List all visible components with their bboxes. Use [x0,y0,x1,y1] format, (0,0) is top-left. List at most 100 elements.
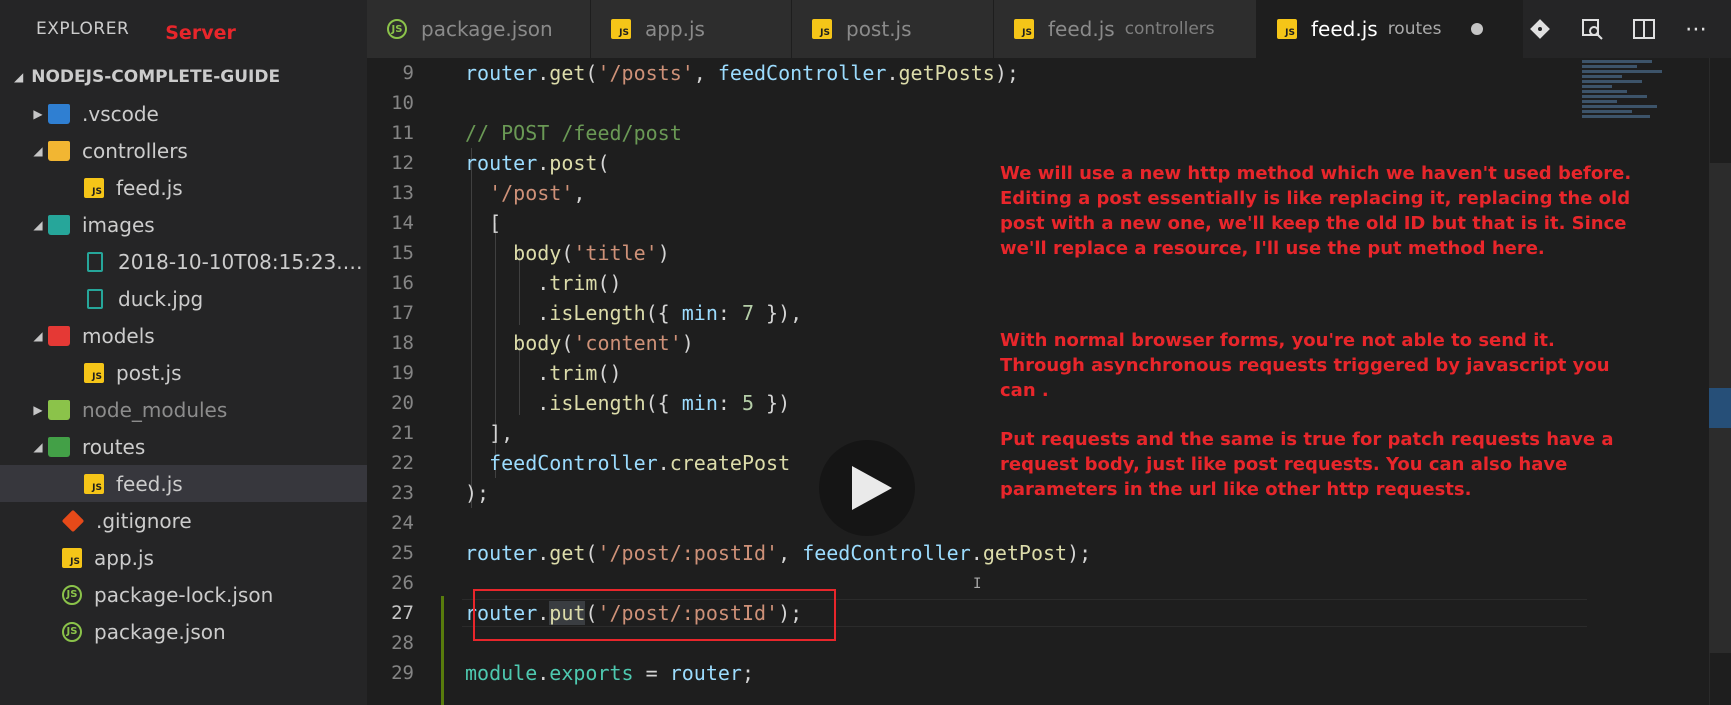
open-preview-icon[interactable] [1579,16,1605,42]
tree-item-images[interactable]: ◢ images [0,206,367,243]
explorer-sidebar: EXPLORER Server ◢ NODEJS-COMPLETE-GUIDE … [0,0,367,705]
tab-label: post.js [846,17,912,41]
split-editor-icon[interactable] [1631,16,1657,42]
tree-item-label: feed.js [116,471,183,496]
chevron-down-icon: ◢ [33,217,43,232]
tree-item-label: routes [82,434,146,459]
play-button[interactable] [819,440,915,536]
json-file-icon: JS [62,584,82,605]
code-editor[interactable]: 9 router.get('/posts', feedController.get… [367,58,1731,705]
git-compare-icon[interactable] [1527,16,1553,42]
unsaved-dot-icon[interactable] [1471,23,1484,35]
js-file-icon: JS [812,19,832,39]
tab-post-js[interactable]: JS post.js [792,0,994,58]
code-line: 17 .isLength({ min: 7 }), [367,298,1587,328]
js-file-icon: JS [611,19,631,39]
tree-item-controllers-feed[interactable]: JS feed.js [0,169,367,206]
code-line: 11// POST /feed/post [367,118,1587,148]
minimap[interactable] [1582,58,1682,138]
tree-item-models-post[interactable]: JS post.js [0,354,367,391]
line-number: 9 [402,62,414,84]
tree-item-controllers[interactable]: ◢ controllers [0,132,367,169]
tree-item-label: feed.js [116,175,183,200]
chevron-down-icon: ◢ [33,328,43,343]
line-number: 27 [391,602,414,624]
tree-item-label: controllers [82,138,188,163]
tree-item-label: post.js [116,360,182,385]
chevron-down-icon: ◢ [14,69,24,84]
code-line: 16 .trim() [367,268,1587,298]
line-number: 14 [391,212,414,234]
code-line: 10 [367,88,1587,118]
code-line: 9 router.get('/posts', feedController.get… [367,58,1587,88]
line-number: 15 [391,242,414,264]
code-line: 29 module.exports = router; [367,658,1587,688]
explorer-header: EXPLORER Server [0,0,367,58]
code-line: 25 router.get('/post/:postId', feedContro… [367,538,1587,568]
tree-item-image-file[interactable]: 2018-10-10T08:15:23.5... [0,243,367,280]
git-icon [61,509,85,532]
line-number: 26 [391,572,414,594]
tab-description: routes [1387,19,1442,39]
tree-item-app[interactable]: JS app.js [0,539,367,576]
tab-feed-controllers[interactable]: JS feed.js controllers [994,0,1257,58]
annotation-paragraph-2: With normal browser forms, you're not ab… [1000,330,1610,401]
chevron-right-icon: ▶ [33,106,43,121]
tree-item-label: package.json [94,619,226,644]
line-number: 22 [391,452,414,474]
js-file-icon: JS [62,547,82,568]
editor-tabs: JS package.json JS app.js JS post.js JS … [367,0,1731,58]
js-file-icon: JS [84,362,104,383]
tab-feed-routes[interactable]: JS feed.js routes [1257,0,1523,58]
js-file-icon: JS [1014,19,1034,39]
tree-item-node-modules[interactable]: ▶ node_modules [0,391,367,428]
chevron-down-icon: ◢ [33,143,43,158]
tree-item-label: 2018-10-10T08:15:23.5... [118,249,367,274]
routes-folder-icon [48,436,70,457]
node-folder-icon [48,399,70,420]
image-file-icon [87,288,103,309]
tree-item-routes[interactable]: ◢ routes [0,428,367,465]
line-number: 20 [391,392,414,414]
chevron-down-icon: ◢ [33,439,43,454]
json-file-icon: JS [62,621,82,642]
tree-item-models[interactable]: ◢ models [0,317,367,354]
line-number: 23 [391,482,414,504]
tree-item-routes-feed[interactable]: JS feed.js [0,465,367,502]
tree-item-label: models [82,323,155,348]
tree-item-label: images [82,212,155,237]
line-number: 19 [391,362,414,384]
chevron-right-icon: ▶ [33,402,43,417]
line-number: 21 [391,422,414,444]
tree-item-gitignore[interactable]: .gitignore [0,502,367,539]
tree-item-label: node_modules [82,397,228,422]
tree-item-vscode[interactable]: ▶ .vscode [0,95,367,132]
tree-item-label: duck.jpg [118,286,204,311]
tree-item-label: app.js [94,545,154,570]
js-file-icon: JS [84,473,104,494]
tree-item-label: .gitignore [96,508,192,533]
project-root[interactable]: ◢ NODEJS-COMPLETE-GUIDE [0,58,367,95]
more-actions-icon[interactable]: ⋯ [1683,16,1709,42]
tree-item-package-lock[interactable]: JS package-lock.json [0,576,367,613]
js-file-icon: JS [84,177,104,198]
tree-item-duck[interactable]: duck.jpg [0,280,367,317]
tree-item-package[interactable]: JS package.json [0,613,367,650]
scrollbar-marker [1709,388,1731,428]
line-number: 11 [391,122,414,144]
vertical-scrollbar[interactable] [1709,58,1731,705]
vscode-folder-icon [48,103,70,124]
images-folder-icon [48,214,70,235]
tab-app-js[interactable]: JS app.js [591,0,792,58]
highlight-box [473,589,836,641]
models-folder-icon [48,325,70,346]
tab-label: package.json [421,17,553,41]
json-file-icon: JS [387,19,407,39]
explorer-title: EXPLORER [36,19,130,39]
folder-icon [48,140,70,161]
tab-label: feed.js [1048,17,1115,41]
line-number: 12 [391,152,414,174]
tab-package-json[interactable]: JS package.json [367,0,591,58]
image-file-icon [87,251,103,272]
line-number: 24 [391,512,414,534]
